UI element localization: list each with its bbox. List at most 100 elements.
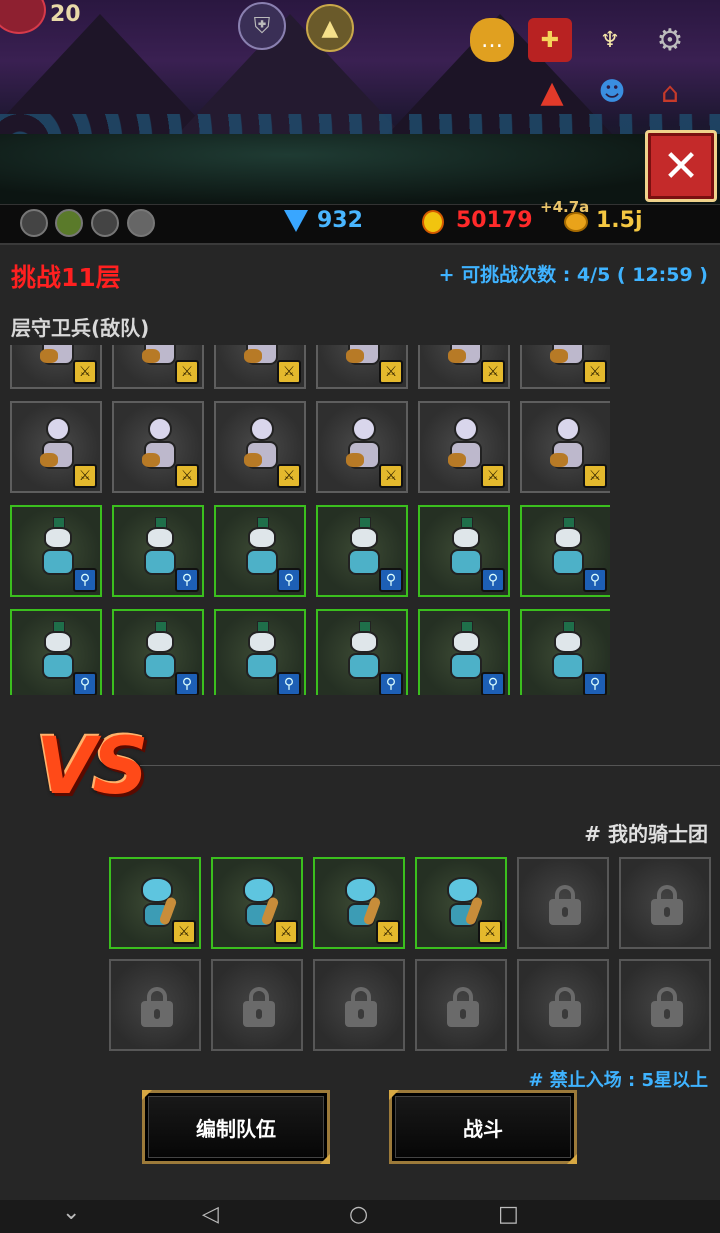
staff-icon: ⚲ [379,672,403,695]
lock-icon [141,987,173,1027]
locked-slot[interactable] [619,857,711,949]
locked-slot[interactable] [415,959,507,1051]
team-slot[interactable]: ⚔ [211,857,303,949]
enemy-slot[interactable]: ⚔ [10,401,102,493]
enemy-slot[interactable]: ⚲ [214,505,306,597]
enemy-slot[interactable]: ⚲ [418,505,510,597]
enemy-slot[interactable]: ⚲ [520,609,610,695]
goblin-unit-icon [443,873,484,931]
lock-icon [243,987,275,1027]
enemy-slot[interactable]: ⚔ [214,345,306,389]
skeleton-unit-icon [140,345,180,371]
system-nav-bar: ⌄ ◁ ○ □ [0,1200,720,1233]
divider [140,765,720,766]
enemy-slot[interactable]: ⚲ [418,609,510,695]
gear-icon[interactable]: ⚙ [648,18,692,62]
nav-home-icon[interactable]: ○ [349,1202,368,1227]
staff-icon: ⚲ [277,672,301,695]
battle-button[interactable]: 战斗 [389,1090,577,1164]
enemy-slot[interactable]: ⚲ [520,505,610,597]
enemy-slot[interactable]: ⚲ [316,609,408,695]
sword-icon: ⚔ [583,360,607,384]
medal-count: 50179 [456,208,533,233]
my-team-row: ⚔ ⚔ ⚔ ⚔ [109,857,711,949]
sword-icon: ⚔ [274,920,298,944]
house-icon[interactable]: ⌂ [648,70,692,114]
party-member-icon[interactable] [55,209,83,237]
shield-icon[interactable]: ⛨ [238,2,286,50]
party-member-icon[interactable] [91,209,119,237]
locked-slot[interactable] [517,857,609,949]
angel-icon[interactable]: ♆ [588,18,632,62]
bell-icon[interactable]: ▲ [306,4,354,52]
party-member-icon[interactable] [127,209,155,237]
elf-mage-unit-icon [446,621,486,683]
nav-recent-icon[interactable]: □ [498,1202,519,1227]
locked-slot[interactable] [109,959,201,1051]
lock-icon [447,987,479,1027]
enemy-slot[interactable]: ⚔ [520,345,610,389]
enemy-slot[interactable]: ⚔ [418,401,510,493]
skeleton-unit-icon [242,345,282,371]
sword-icon: ⚔ [277,464,301,488]
close-button[interactable]: ✕ [645,130,717,202]
elf-mage-unit-icon [344,517,384,579]
enemy-slot[interactable]: ⚲ [112,609,204,695]
enemy-grid[interactable]: ⚔ ⚔ ⚔ ⚔ ⚔ ⚔ ⚔ ⚔ ⚔ ⚔ ⚔ ⚔ ⚲ ⚲ ⚲ ⚲ ⚲ ⚲ ⚲ ⚲ … [10,345,610,695]
enemy-slot[interactable]: ⚲ [214,609,306,695]
player-level-value: 20 [50,2,81,27]
enemy-slot[interactable]: ⚲ [316,505,408,597]
team-slot[interactable]: ⚔ [415,857,507,949]
staff-icon: ⚲ [481,672,505,695]
locked-slot[interactable] [211,959,303,1051]
enemy-slot[interactable]: ⚲ [10,505,102,597]
enemy-slot[interactable]: ⚔ [112,401,204,493]
lock-icon [651,987,683,1027]
friends-icon[interactable]: ☻ [590,70,634,114]
locked-slot[interactable] [517,959,609,1051]
staff-icon: ⚲ [73,568,97,592]
skeleton-unit-icon [548,345,588,371]
coin-icon [564,212,588,232]
sword-icon: ⚔ [73,360,97,384]
sword-icon: ⚔ [379,360,403,384]
sword-icon: ⚔ [277,360,301,384]
enemy-slot[interactable]: ⚔ [418,345,510,389]
sword-icon: ⚔ [172,920,196,944]
skeleton-unit-icon [344,417,384,475]
elf-mage-unit-icon [446,517,486,579]
staff-icon: ⚲ [583,672,607,695]
enemy-slot[interactable]: ⚔ [520,401,610,493]
enemy-slot[interactable]: ⚔ [316,345,408,389]
edit-team-button[interactable]: 编制队伍 [142,1090,330,1164]
locked-slot[interactable] [313,959,405,1051]
sword-icon: ⚔ [583,464,607,488]
heart-icon [0,0,46,34]
elf-mage-unit-icon [140,621,180,683]
enemy-slot[interactable]: ⚔ [214,401,306,493]
skeleton-unit-icon [140,417,180,475]
enemy-slot[interactable]: ⚔ [10,345,102,389]
team-slot[interactable]: ⚔ [109,857,201,949]
elf-mage-unit-icon [242,621,282,683]
nav-back-icon[interactable]: ◁ [202,1202,219,1227]
nav-down-icon[interactable]: ⌄ [62,1200,80,1225]
ground-decoration [0,134,720,204]
chat-icon[interactable]: … [470,18,514,62]
edit-team-label: 编制队伍 [196,1116,276,1141]
locked-slot[interactable] [619,959,711,1051]
attempts-counter[interactable]: + 可挑战次数 : 4/5 ( 12:59 ) [439,260,708,287]
skeleton-unit-icon [446,417,486,475]
elf-mage-unit-icon [344,621,384,683]
shop-icon[interactable]: ✚ [528,18,572,62]
enemy-slot[interactable]: ⚲ [10,609,102,695]
warning-triangle-icon[interactable]: ▲ [530,70,574,114]
staff-icon: ⚲ [277,568,301,592]
enemy-slot[interactable]: ⚲ [112,505,204,597]
party-member-icon[interactable] [20,209,48,237]
team-slot[interactable]: ⚔ [313,857,405,949]
medal-icon [422,210,444,234]
enemy-slot[interactable]: ⚔ [316,401,408,493]
elf-mage-unit-icon [38,517,78,579]
enemy-slot[interactable]: ⚔ [112,345,204,389]
